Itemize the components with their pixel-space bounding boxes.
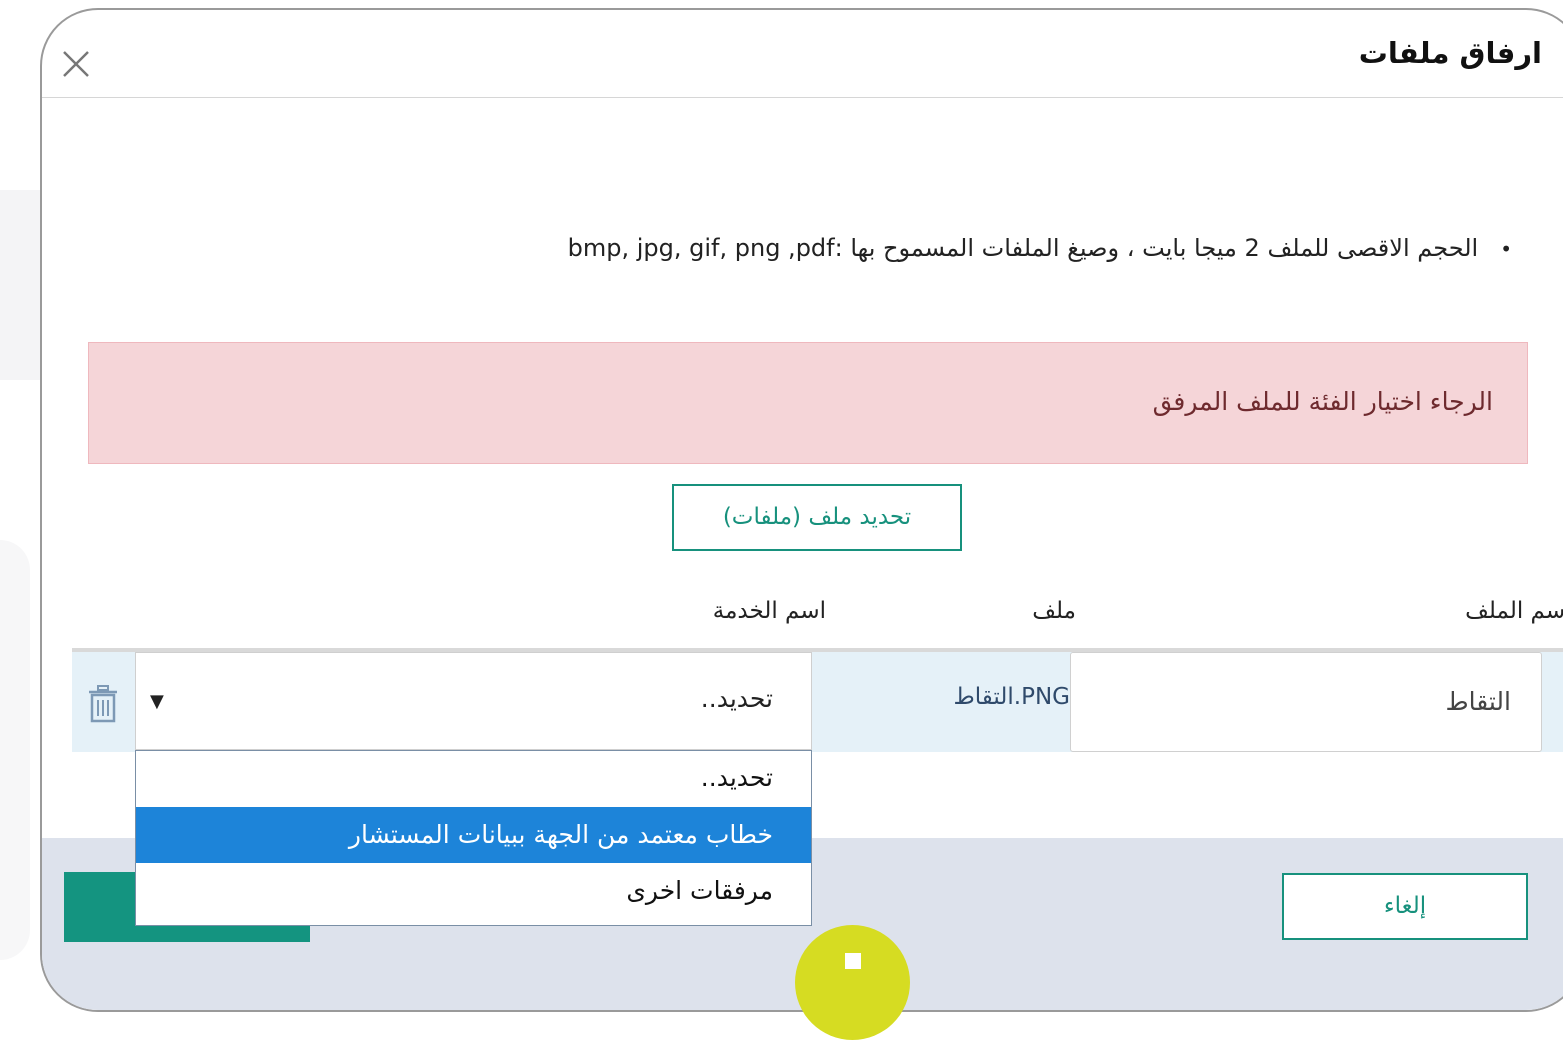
trash-icon[interactable] [86, 684, 120, 724]
dropdown-option-selected[interactable]: خطاب معتمد من الجهة ببيانات المستشار [136, 807, 811, 863]
dropdown-arrow-icon[interactable]: ▼ [150, 691, 164, 712]
column-header-file-name: *اسم الملف [1465, 598, 1563, 624]
error-alert: الرجاء اختيار الفئة للملف المرفق [88, 342, 1528, 464]
cursor-indicator [795, 925, 910, 1040]
background-card [0, 540, 30, 960]
attach-files-modal: ارفاق ملفات • الحجم الاقصى للملف 2 ميجا ب… [40, 8, 1563, 1012]
alert-text: الرجاء اختيار الفئة للملف المرفق [1152, 387, 1493, 416]
file-info-text: الحجم الاقصى للملف 2 ميجا بايت ، وصيغ ال… [567, 234, 1479, 262]
modal-header: ارفاق ملفات [42, 10, 1563, 98]
column-header-service-name: اسم الخدمة [712, 598, 826, 624]
service-dropdown-list: تحديد.. خطاب معتمد من الجهة ببيانات المس… [135, 750, 812, 926]
dropdown-option[interactable]: مرفقات اخرى [136, 863, 811, 919]
cancel-button[interactable]: إلغاء [1282, 873, 1528, 940]
table-row: التقاط التقاط.PNG تحديد.. ▼ [72, 652, 1563, 752]
close-icon[interactable] [60, 48, 92, 80]
modal-title: ارفاق ملفات [1358, 36, 1542, 70]
select-files-button[interactable]: تحديد ملف (ملفات) [672, 484, 962, 551]
file-info-note: • الحجم الاقصى للملف 2 ميجا بايت ، وصيغ ا… [568, 234, 1512, 262]
dropdown-option[interactable]: تحديد.. [136, 751, 811, 807]
file-name-input[interactable]: التقاط [1070, 652, 1542, 752]
bullet: • [1500, 237, 1512, 261]
service-name-select[interactable]: تحديد.. ▼ [135, 652, 812, 750]
column-header-file: ملف [1032, 598, 1076, 624]
service-select-value: تحديد.. [700, 684, 773, 713]
file-name-cell: التقاط.PNG [953, 684, 1070, 710]
